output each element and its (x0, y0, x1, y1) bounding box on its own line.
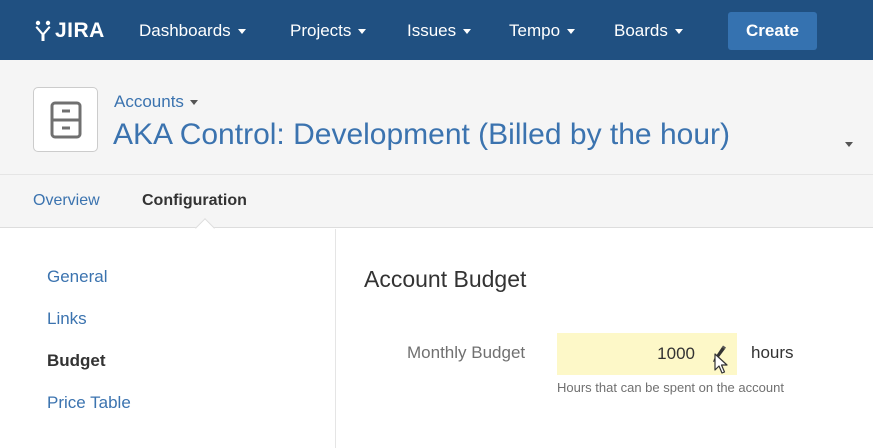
account-icon (33, 87, 98, 152)
nav-projects[interactable]: Projects (290, 19, 367, 43)
top-navigation-bar: JIRA Dashboards Projects Issues Tempo Bo… (0, 0, 873, 60)
tab-overview[interactable]: Overview (33, 192, 100, 210)
mouse-cursor-icon (714, 353, 728, 374)
section-title: Account Budget (364, 266, 527, 292)
chevron-down-icon (674, 28, 683, 34)
unit-label: hours (751, 343, 794, 362)
cabinet-icon (50, 101, 81, 138)
sidebar-item-budget[interactable]: Budget (47, 351, 106, 371)
nav-dashboards[interactable]: Dashboards (139, 19, 246, 43)
chevron-down-icon (358, 28, 367, 34)
page-header: Accounts AKA Control: Development (Bille… (0, 60, 873, 175)
chevron-down-icon (237, 28, 246, 34)
create-button[interactable]: Create (728, 12, 817, 50)
breadcrumb[interactable]: Accounts (114, 92, 198, 112)
chevron-down-icon (189, 99, 198, 105)
sidebar-item-links[interactable]: Links (47, 309, 87, 329)
page-title[interactable]: AKA Control: Development (Billed by the … (113, 118, 730, 152)
nav-projects-label: Projects (290, 21, 352, 40)
jira-logo-text: JIRA (55, 19, 105, 42)
sidebar: General Links Budget Price Table (0, 229, 336, 448)
nav-issues[interactable]: Issues (407, 19, 472, 43)
breadcrumb-accounts-label: Accounts (114, 92, 184, 111)
nav-issues-label: Issues (407, 21, 457, 40)
nav-boards-label: Boards (614, 21, 668, 40)
chevron-down-icon (463, 28, 472, 34)
chevron-down-icon[interactable] (845, 142, 853, 147)
jira-logo[interactable]: JIRA (34, 17, 105, 45)
sidebar-item-price-table[interactable]: Price Table (47, 393, 131, 413)
nav-tempo-label: Tempo (509, 21, 561, 40)
nav-dashboards-label: Dashboards (139, 21, 231, 40)
jira-logo-icon (35, 20, 51, 41)
nav-tempo[interactable]: Tempo (509, 19, 576, 43)
help-text: Hours that can be spent on the account (557, 380, 784, 395)
sidebar-item-general[interactable]: General (47, 267, 107, 287)
tab-bar: Overview Configuration (0, 175, 873, 238)
nav-boards[interactable]: Boards (614, 19, 683, 43)
monthly-budget-label: Monthly Budget (407, 343, 526, 362)
main-content: Account Budget Monthly Budget hours Hour… (337, 229, 873, 448)
chevron-down-icon (567, 28, 576, 34)
tab-configuration[interactable]: Configuration (142, 192, 247, 210)
